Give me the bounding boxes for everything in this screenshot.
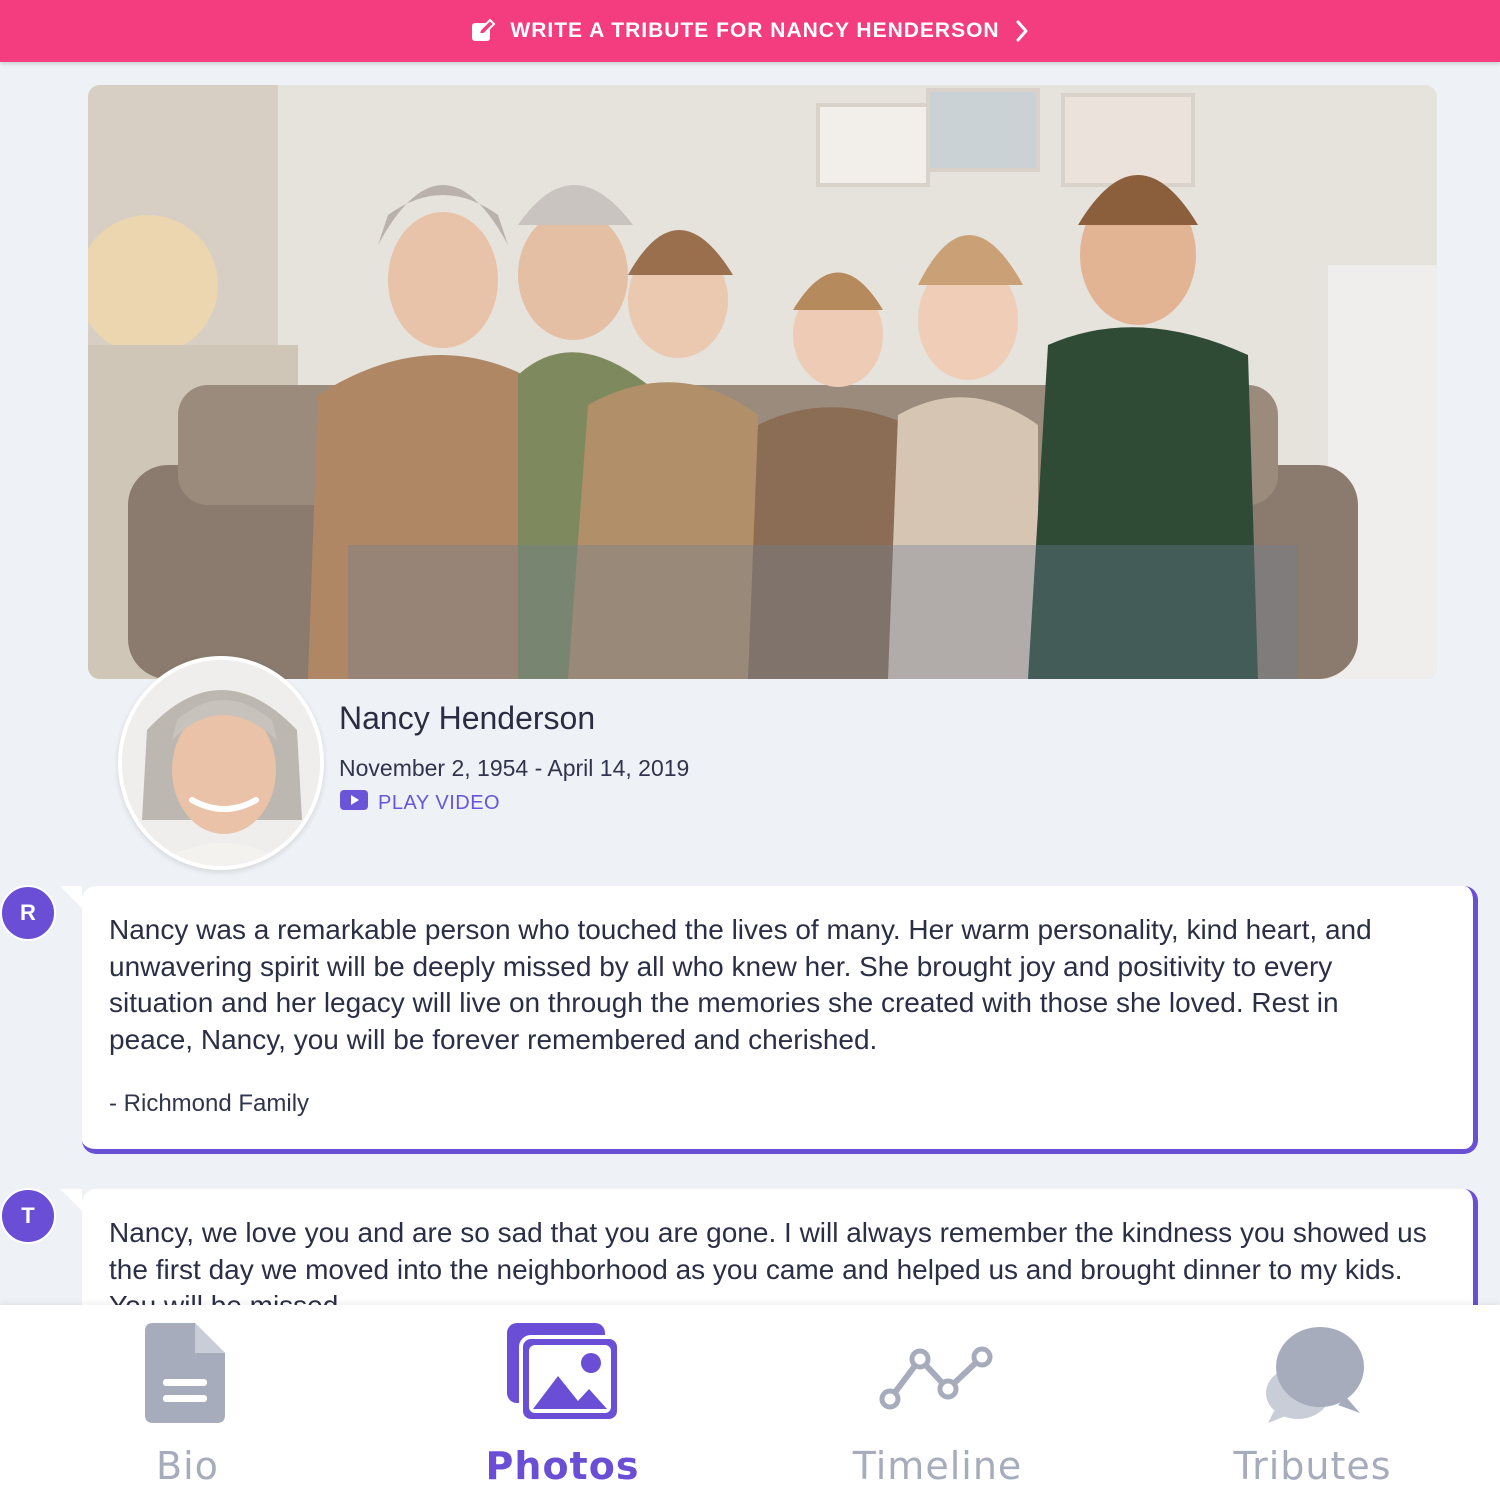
write-tribute-banner[interactable]: WRITE A TRIBUTE FOR NANCY HENDERSON (0, 0, 1500, 62)
play-video-label: PLAY VIDEO (378, 791, 501, 814)
chat-bubbles-icon (1125, 1321, 1500, 1431)
tab-bio-label: Bio (156, 1444, 219, 1488)
tab-tributes[interactable]: Tributes (1125, 1305, 1500, 1499)
tab-tributes-label: Tributes (1233, 1444, 1392, 1488)
write-tribute-label: WRITE A TRIBUTE FOR NANCY HENDERSON (510, 19, 1000, 42)
tribute-signature: - Richmond Family (109, 1090, 310, 1117)
document-icon (0, 1321, 375, 1431)
tab-bio[interactable]: Bio (0, 1305, 375, 1499)
play-video-button[interactable]: PLAY VIDEO (340, 790, 500, 816)
tribute-avatar-letter: R (0, 885, 56, 941)
photos-icon (375, 1321, 750, 1431)
person-name: Nancy Henderson (339, 700, 596, 736)
chevron-right-icon (1014, 19, 1030, 43)
tribute-text: Nancy was a remarkable person who touche… (109, 914, 1372, 1055)
tribute-card: Nancy was a remarkable person who touche… (60, 886, 1478, 1154)
timeline-icon (750, 1321, 1125, 1431)
edit-icon (470, 18, 496, 44)
tab-photos[interactable]: Photos (375, 1305, 750, 1499)
cover-photo (88, 85, 1437, 679)
profile-avatar (118, 656, 324, 870)
tribute-avatar-letter: T (0, 1188, 56, 1244)
tab-timeline[interactable]: Timeline (750, 1305, 1125, 1499)
play-video-icon (340, 790, 368, 816)
tab-photos-label: Photos (485, 1444, 640, 1488)
life-dates: November 2, 1954 - April 14, 2019 (339, 755, 690, 781)
bottom-tab-bar: Bio Photos Timeline Tributes (0, 1305, 1500, 1499)
tab-timeline-label: Timeline (852, 1444, 1023, 1488)
